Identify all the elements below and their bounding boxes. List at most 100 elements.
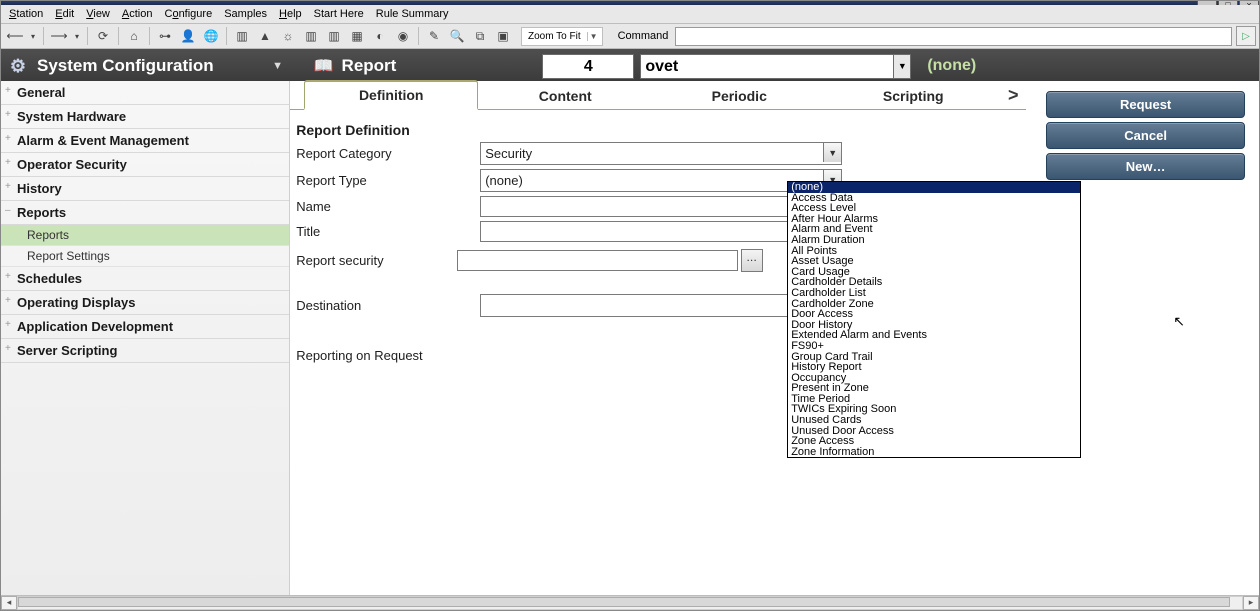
sidebar-item-general[interactable]: General [1, 81, 289, 105]
tabs-more[interactable]: > [1000, 82, 1026, 109]
name-label: Name [296, 199, 480, 214]
minimize-button[interactable]: _ [1197, 1, 1217, 5]
zoom-select[interactable]: Zoom To Fit ▼ [521, 27, 603, 46]
dropdown-option[interactable]: FS90+ [788, 341, 1080, 352]
tab-strip: Definition Content Periodic Scripting > [290, 81, 1026, 110]
gear-icon: ⚙ [7, 55, 29, 77]
user-icon[interactable]: 👤 [177, 25, 199, 47]
scroll-left-button[interactable]: ◂ [1, 596, 17, 610]
header-dropdown[interactable]: ▼ [268, 60, 288, 72]
sidebar-item-alarm-event[interactable]: Alarm & Event Management [1, 129, 289, 153]
header-title: System Configuration [37, 56, 214, 76]
header-search-input[interactable]: ovet [640, 54, 894, 79]
close-button[interactable]: × [1239, 1, 1259, 5]
tab-scripting[interactable]: Scripting [826, 82, 1000, 109]
tab-definition[interactable]: Definition [304, 80, 478, 110]
sidebar-item-operating-displays[interactable]: Operating Displays [1, 291, 289, 315]
sidebar-item-history[interactable]: History [1, 177, 289, 201]
sidebar-item-schedules[interactable]: Schedules [1, 267, 289, 291]
scroll-track[interactable] [17, 596, 1243, 610]
menu-samples[interactable]: Samples [218, 8, 273, 20]
menu-station[interactable]: Station [3, 8, 49, 20]
maximize-button[interactable]: □ [1218, 1, 1238, 5]
window-titlebar: _ □ × [1, 1, 1259, 5]
key-icon[interactable]: ⊶ [154, 25, 176, 47]
home-icon[interactable]: ⌂ [123, 25, 145, 47]
report-category-value: Security [485, 146, 532, 161]
security-browse-button[interactable]: … [741, 249, 763, 272]
report-category-select[interactable]: Security ▼ [480, 142, 842, 165]
page-header: ⚙ System Configuration ▼ 📖 Report 4 ovet… [1, 49, 1259, 83]
calendar-icon[interactable]: ▦ [346, 25, 368, 47]
header-status: (none) [927, 57, 976, 75]
chart1-icon[interactable]: ▥ [300, 25, 322, 47]
search-icon[interactable]: 🔍 [446, 25, 468, 47]
dropdown-option[interactable]: Cardholder List [788, 288, 1080, 299]
chart2-icon[interactable]: ▥ [323, 25, 345, 47]
tab-periodic[interactable]: Periodic [652, 82, 826, 109]
type-label: Report Type [296, 173, 480, 188]
sidebar-item-system-hardware[interactable]: System Hardware [1, 105, 289, 129]
form-heading: Report Definition [296, 122, 1020, 138]
report-type-dropdown-list[interactable]: (none) Access Data Access Level After Ho… [787, 181, 1081, 458]
header-search-dropdown[interactable]: ▼ [894, 54, 911, 79]
chevron-down-icon: ▼ [587, 32, 600, 41]
request-button[interactable]: Request [1046, 91, 1245, 118]
forward-button[interactable]: ⟶ [48, 25, 70, 47]
cancel-button[interactable]: Cancel [1046, 122, 1245, 149]
command-label: Command [618, 30, 669, 42]
alarm-icon[interactable]: ▲ [254, 25, 276, 47]
light-icon[interactable]: ☼ [277, 25, 299, 47]
sidebar-item-server-scripting[interactable]: Server Scripting [1, 339, 289, 363]
new-button[interactable]: New… [1046, 153, 1245, 180]
dropdown-option[interactable]: Alarm Duration [788, 235, 1080, 246]
category-label: Report Category [296, 146, 480, 161]
menu-start-here[interactable]: Start Here [308, 8, 370, 20]
title-label: Title [296, 224, 480, 239]
sidebar-sub-reports[interactable]: Reports [1, 225, 289, 246]
dropdown-option[interactable]: (none) [788, 182, 1080, 193]
header-page-type: Report [342, 56, 397, 76]
main-panel: Definition Content Periodic Scripting > … [290, 81, 1026, 596]
eye-icon[interactable]: ◉ [392, 25, 414, 47]
header-index-input[interactable]: 4 [542, 54, 634, 79]
sidebar-item-operator-security[interactable]: Operator Security [1, 153, 289, 177]
sidebar-item-reports[interactable]: Reports [1, 201, 289, 225]
destination-label: Destination [296, 298, 480, 313]
dropdown-option[interactable]: Zone Information [788, 447, 1080, 458]
menu-view[interactable]: View [80, 8, 116, 20]
copy-icon[interactable]: ⧉ [469, 25, 491, 47]
check-icon[interactable]: ✎ [423, 25, 445, 47]
refresh-button[interactable]: ⟳ [92, 25, 114, 47]
sidebar: General System Hardware Alarm & Event Ma… [1, 81, 290, 596]
scroll-right-button[interactable]: ▸ [1243, 596, 1259, 610]
report-type-value: (none) [485, 173, 523, 188]
command-input[interactable] [675, 27, 1232, 46]
menu-help[interactable]: Help [273, 8, 308, 20]
security-label: Report security [296, 253, 457, 268]
forward-dropdown[interactable]: ▾ [71, 25, 83, 47]
book-icon: 📖 [314, 56, 334, 76]
menubar: Station Edit View Action Configure Sampl… [1, 5, 1259, 24]
scroll-thumb[interactable] [18, 597, 1230, 607]
back-dropdown[interactable]: ▾ [27, 25, 39, 47]
menu-action[interactable]: Action [116, 8, 159, 20]
dropdown-option[interactable]: Extended Alarm and Events [788, 330, 1080, 341]
security-input[interactable] [457, 250, 738, 271]
reporting-label: Reporting on Request [296, 348, 422, 363]
command-go-button[interactable]: ▷ [1236, 26, 1256, 46]
menu-configure[interactable]: Configure [158, 8, 218, 20]
sidebar-item-app-dev[interactable]: Application Development [1, 315, 289, 339]
globe-icon[interactable]: 🌐 [200, 25, 222, 47]
palette-icon[interactable]: ◐ [369, 25, 391, 47]
card-icon[interactable]: ▥ [231, 25, 253, 47]
tab-content[interactable]: Content [478, 82, 652, 109]
toolbar: ⟵ ▾ ⟶ ▾ ⟳ ⌂ ⊶ 👤 🌐 ▥ ▲ ☼ ▥ ▥ ▦ ◐ ◉ ✎ 🔍 ⧉ … [1, 24, 1259, 49]
window-icon[interactable]: ▣ [492, 25, 514, 47]
chevron-down-icon[interactable]: ▼ [823, 143, 841, 162]
sidebar-sub-report-settings[interactable]: Report Settings [1, 246, 289, 267]
menu-rule-summary[interactable]: Rule Summary [370, 8, 455, 20]
back-button[interactable]: ⟵ [4, 25, 26, 47]
horizontal-scrollbar[interactable]: ◂ ▸ [1, 595, 1259, 610]
menu-edit[interactable]: Edit [49, 8, 80, 20]
